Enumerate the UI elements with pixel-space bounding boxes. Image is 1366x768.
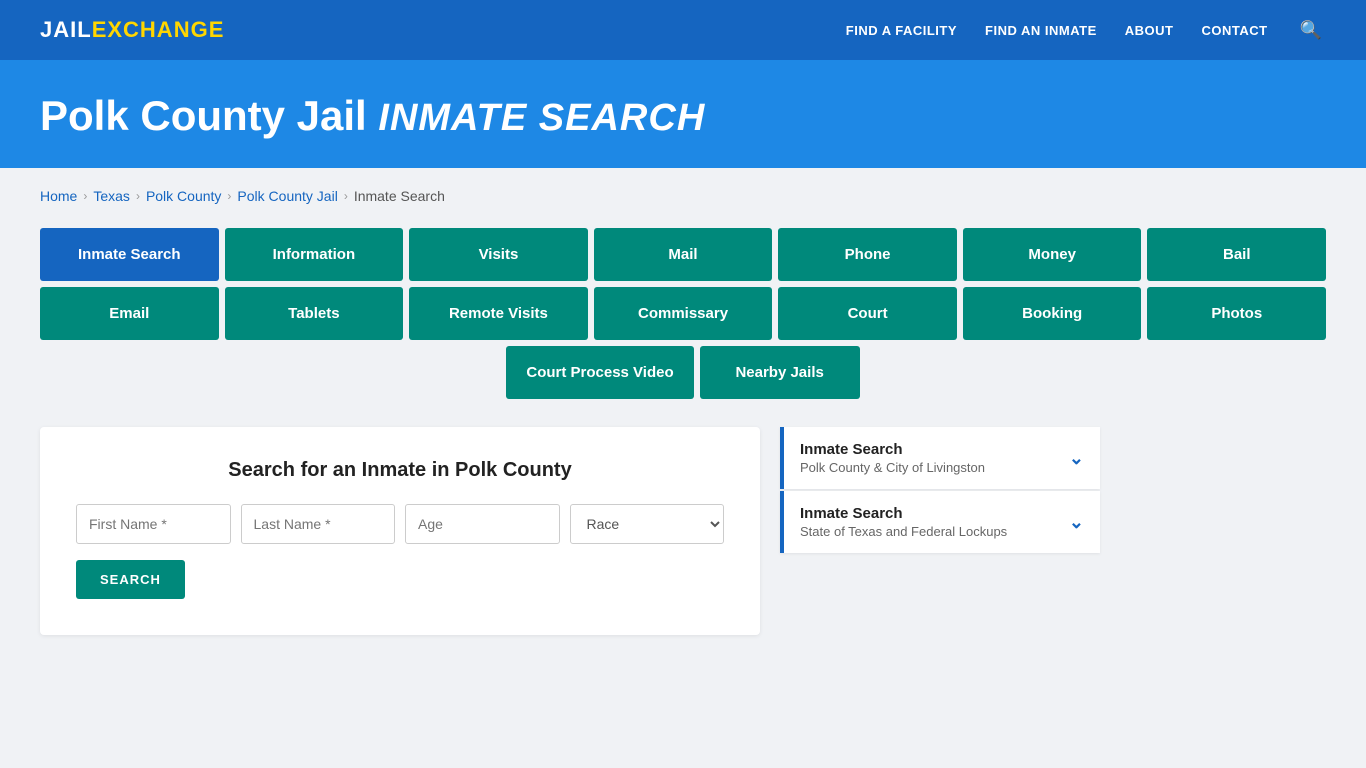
nav-btn-bail[interactable]: Bail (1147, 228, 1326, 281)
sidebar-card-texas-title: Inmate Search (800, 505, 1007, 522)
nav-btn-mail[interactable]: Mail (594, 228, 773, 281)
sidebar-card-texas-subtitle: State of Texas and Federal Lockups (800, 524, 1007, 539)
sidebar: Inmate Search Polk County & City of Livi… (780, 427, 1100, 553)
nav-btn-inmate-search[interactable]: Inmate Search (40, 228, 219, 281)
breadcrumb-home[interactable]: Home (40, 188, 77, 204)
nav-contact[interactable]: CONTACT (1201, 23, 1267, 38)
chevron-down-icon-2: ⌄ (1069, 512, 1084, 533)
nav-btn-visits[interactable]: Visits (409, 228, 588, 281)
lower-content: Search for an Inmate in Polk County Race… (40, 427, 1326, 635)
last-name-input[interactable] (241, 504, 396, 544)
breadcrumb-sep-4: › (344, 189, 348, 203)
chevron-down-icon: ⌄ (1069, 448, 1084, 469)
nav-btn-commissary[interactable]: Commissary (594, 287, 773, 340)
breadcrumb-sep-1: › (83, 189, 87, 203)
breadcrumb-current: Inmate Search (354, 188, 445, 204)
main-content: Home › Texas › Polk County › Polk County… (0, 168, 1366, 675)
race-select[interactable]: Race White Black Hispanic Asian Other (570, 504, 725, 544)
nav-about[interactable]: ABOUT (1125, 23, 1174, 38)
sidebar-card-polk-text: Inmate Search Polk County & City of Livi… (800, 441, 985, 475)
nav-btn-email[interactable]: Email (40, 287, 219, 340)
logo-jail: JAIL (40, 17, 92, 43)
nav-btn-booking[interactable]: Booking (963, 287, 1142, 340)
form-row-inputs: Race White Black Hispanic Asian Other (76, 504, 724, 544)
first-name-input[interactable] (76, 504, 231, 544)
search-form-title: Search for an Inmate in Polk County (76, 459, 724, 482)
search-button[interactable]: SEARCH (76, 560, 185, 599)
breadcrumb-sep-3: › (227, 189, 231, 203)
nav-row-3: Court Process Video Nearby Jails (40, 346, 1326, 399)
nav-btn-remote-visits[interactable]: Remote Visits (409, 287, 588, 340)
nav-find-facility[interactable]: FIND A FACILITY (846, 23, 957, 38)
nav-row-1: Inmate Search Information Visits Mail Ph… (40, 228, 1326, 281)
sidebar-card-polk[interactable]: Inmate Search Polk County & City of Livi… (780, 427, 1100, 489)
nav-btn-court[interactable]: Court (778, 287, 957, 340)
nav-btn-nearby-jails[interactable]: Nearby Jails (700, 346, 860, 399)
nav-row-2: Email Tablets Remote Visits Commissary C… (40, 287, 1326, 340)
nav-buttons: Inmate Search Information Visits Mail Ph… (40, 228, 1326, 399)
nav-find-inmate[interactable]: FIND AN INMATE (985, 23, 1097, 38)
breadcrumb-texas[interactable]: Texas (93, 188, 130, 204)
page-title: Polk County Jail INMATE SEARCH (40, 92, 1326, 140)
header-nav: FIND A FACILITY FIND AN INMATE ABOUT CON… (846, 16, 1326, 45)
nav-btn-information[interactable]: Information (225, 228, 404, 281)
breadcrumb-sep-2: › (136, 189, 140, 203)
nav-btn-tablets[interactable]: Tablets (225, 287, 404, 340)
nav-btn-court-process-video[interactable]: Court Process Video (506, 346, 693, 399)
sidebar-card-polk-title: Inmate Search (800, 441, 985, 458)
logo[interactable]: JAIL EXCHANGE (40, 17, 224, 43)
hero-banner: Polk County Jail INMATE SEARCH (0, 60, 1366, 168)
nav-btn-money[interactable]: Money (963, 228, 1142, 281)
header-search-button[interactable]: 🔍 (1296, 16, 1326, 45)
logo-exchange: EXCHANGE (92, 17, 225, 43)
sidebar-card-texas-text: Inmate Search State of Texas and Federal… (800, 505, 1007, 539)
header: JAIL EXCHANGE FIND A FACILITY FIND AN IN… (0, 0, 1366, 60)
search-form-card: Search for an Inmate in Polk County Race… (40, 427, 760, 635)
nav-btn-photos[interactable]: Photos (1147, 287, 1326, 340)
sidebar-card-polk-subtitle: Polk County & City of Livingston (800, 460, 985, 475)
breadcrumb: Home › Texas › Polk County › Polk County… (40, 188, 1326, 204)
sidebar-card-texas[interactable]: Inmate Search State of Texas and Federal… (780, 491, 1100, 553)
nav-btn-phone[interactable]: Phone (778, 228, 957, 281)
breadcrumb-polk-county-jail[interactable]: Polk County Jail (237, 188, 337, 204)
breadcrumb-polk-county[interactable]: Polk County (146, 188, 221, 204)
age-input[interactable] (405, 504, 560, 544)
